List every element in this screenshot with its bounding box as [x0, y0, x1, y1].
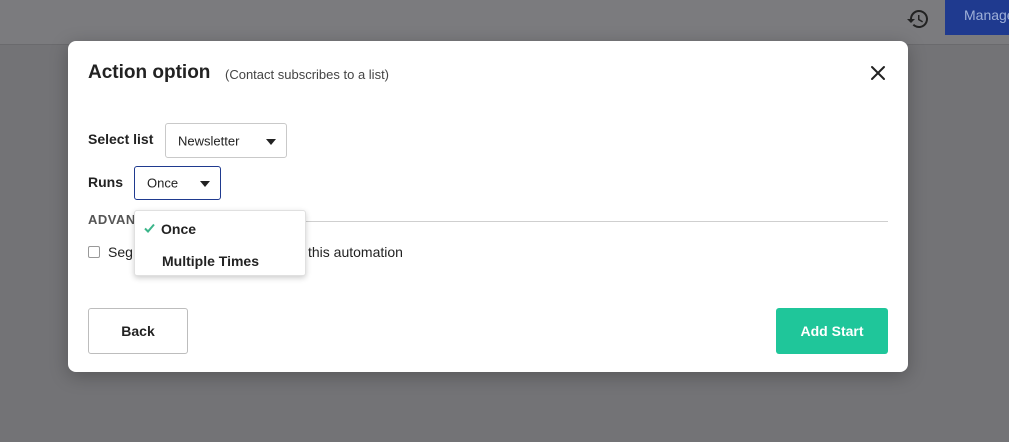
select-list-value: Newsletter [178, 133, 240, 148]
segment-label-start: Segı [108, 244, 137, 260]
runs-value: Once [147, 175, 179, 191]
caret-down-icon [200, 181, 210, 187]
top-bar: Manage [0, 0, 1009, 45]
segment-label-end: this automation [308, 244, 403, 260]
runs-option-multiple-times[interactable]: Multiple Times [135, 245, 305, 275]
runs-option-once[interactable]: Once [135, 213, 305, 243]
history-icon[interactable] [906, 7, 930, 31]
add-start-button[interactable]: Add Start [776, 308, 888, 354]
action-option-modal: Action option (Contact subscribes to a l… [68, 41, 908, 372]
runs-label: Runs [88, 174, 123, 190]
runs-options-menu: Once Multiple Times [134, 210, 306, 276]
manage-button[interactable]: Manage [945, 0, 1009, 35]
select-list-dropdown[interactable]: Newsletter [165, 123, 287, 158]
menu-item-label: Multiple Times [162, 253, 259, 269]
modal-title: Action option [88, 62, 211, 83]
select-list-label: Select list [88, 131, 154, 147]
menu-item-label: Once [161, 221, 197, 237]
check-icon [144, 223, 155, 233]
advanced-section-heading: ADVAN [88, 212, 136, 227]
modal-subtitle: (Contact subscribes to a list) [225, 67, 390, 82]
caret-down-icon [266, 138, 276, 145]
runs-dropdown[interactable]: Once [134, 166, 221, 200]
back-button[interactable]: Back [88, 308, 188, 354]
close-icon[interactable] [868, 63, 888, 83]
section-divider [300, 221, 888, 222]
segment-checkbox[interactable] [88, 246, 100, 258]
